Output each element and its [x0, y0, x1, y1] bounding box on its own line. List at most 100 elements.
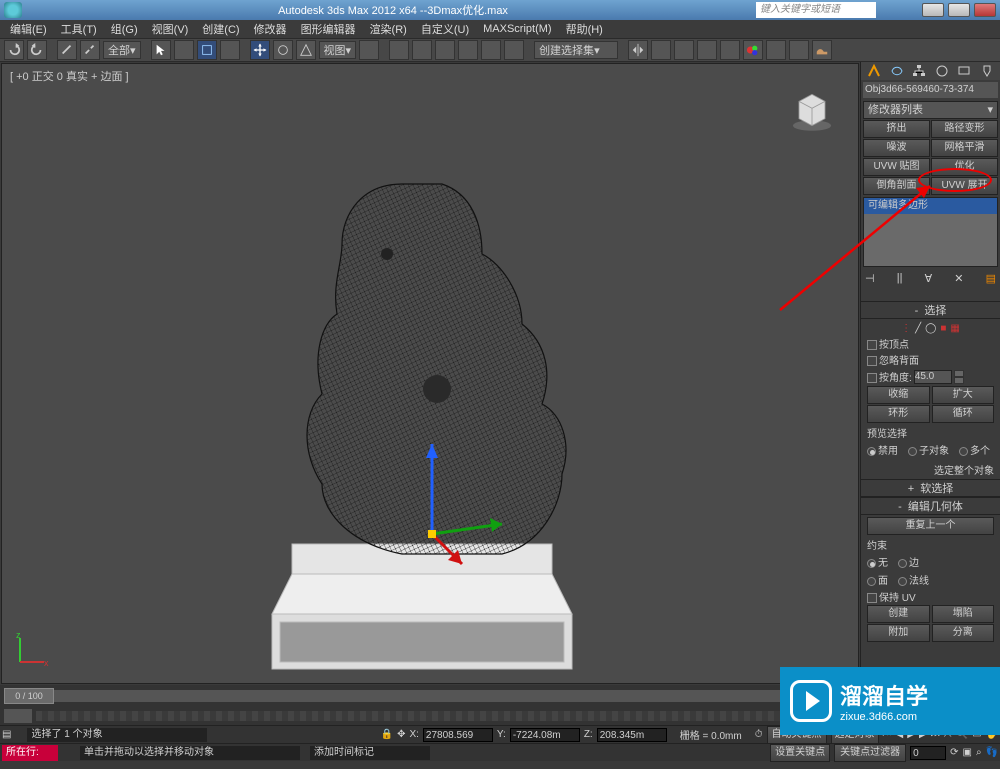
- create-button[interactable]: 创建: [867, 605, 930, 623]
- named-selection-sets[interactable]: 创建选择集 ▾: [534, 41, 618, 59]
- remove-modifier-icon[interactable]: ✕: [954, 272, 963, 285]
- menu-create[interactable]: 创建(C): [196, 21, 245, 37]
- preview-multi-radio[interactable]: 多个: [959, 442, 990, 457]
- rollout-selection-title[interactable]: - 选择: [861, 301, 1000, 319]
- snap-angle-button[interactable]: [458, 40, 478, 60]
- manipulate-button[interactable]: [389, 40, 409, 60]
- material-editor-button[interactable]: [743, 40, 763, 60]
- create-tab-icon[interactable]: [867, 64, 881, 78]
- subobj-polygon-icon[interactable]: ■: [940, 323, 946, 334]
- object-name-field[interactable]: Obj3d66-569460-73-374: [863, 82, 998, 98]
- render-setup-button[interactable]: [766, 40, 786, 60]
- motion-tab-icon[interactable]: [935, 64, 949, 78]
- menu-customize[interactable]: 自定义(U): [415, 21, 475, 37]
- loop-button[interactable]: 循环: [932, 405, 995, 423]
- constraint-normal-radio[interactable]: 法线: [898, 572, 929, 587]
- snap-percent-button[interactable]: [481, 40, 501, 60]
- viewcube[interactable]: [786, 84, 838, 136]
- collapse-button[interactable]: 塌陷: [932, 605, 995, 623]
- viewport-label[interactable]: [ +0 正交 0 真实 + 边面 ]: [10, 68, 129, 84]
- menu-modifiers[interactable]: 修改器: [248, 21, 293, 37]
- help-search-input[interactable]: 键入关键字或短语: [756, 2, 876, 18]
- select-object-button[interactable]: [151, 40, 171, 60]
- unlink-button[interactable]: [80, 40, 100, 60]
- mod-uvw-map[interactable]: UVW 贴图: [863, 158, 930, 176]
- curve-editor-button[interactable]: [697, 40, 717, 60]
- menu-views[interactable]: 视图(V): [146, 21, 195, 37]
- mod-optimize[interactable]: 优化: [931, 158, 998, 176]
- setkey-button[interactable]: 设置关键点: [770, 744, 830, 762]
- grow-button[interactable]: 扩大: [932, 386, 995, 404]
- ref-coord-system[interactable]: 视图 ▾: [319, 41, 357, 59]
- selection-filter[interactable]: 全部 ▾: [103, 41, 141, 59]
- preview-subobj-radio[interactable]: 子对象: [908, 442, 949, 457]
- mirror-button[interactable]: [628, 40, 648, 60]
- preview-off-radio[interactable]: 禁用: [867, 442, 898, 457]
- maxscript-mini-icon[interactable]: ▤: [2, 729, 11, 740]
- coord-mode-icon[interactable]: ✥: [397, 729, 405, 740]
- scene-object-lion[interactable]: [202, 124, 642, 684]
- viewport[interactable]: [ +0 正交 0 真实 + 边面 ] zx: [1, 63, 859, 684]
- show-end-result-icon[interactable]: ||: [897, 272, 903, 284]
- layers-button[interactable]: [674, 40, 694, 60]
- trackbar-toggle-icon[interactable]: [4, 709, 32, 723]
- by-angle-checkbox[interactable]: 按角度:: [867, 369, 912, 384]
- utilities-tab-icon[interactable]: [980, 64, 994, 78]
- angle-value-input[interactable]: [914, 370, 952, 384]
- coord-z[interactable]: 208.345m: [597, 728, 667, 742]
- subobj-edge-icon[interactable]: ╱: [915, 323, 921, 334]
- zoom-region-icon[interactable]: ⌕: [976, 747, 982, 758]
- mod-mesh-smooth[interactable]: 网格平滑: [931, 139, 998, 157]
- subobj-vertex-icon[interactable]: ⋮: [901, 323, 911, 334]
- script-line-field[interactable]: 所在行:: [2, 745, 58, 761]
- subobj-border-icon[interactable]: ◯: [925, 323, 936, 334]
- detach-button[interactable]: 分离: [932, 624, 995, 642]
- select-by-name-button[interactable]: [174, 40, 194, 60]
- menu-rendering[interactable]: 渲染(R): [364, 21, 413, 37]
- render-frame-button[interactable]: [789, 40, 809, 60]
- modifier-list-dropdown[interactable]: 修改器列表▾: [863, 101, 998, 119]
- link-button[interactable]: [57, 40, 77, 60]
- rollout-softsel-title[interactable]: + 软选择: [861, 479, 1000, 497]
- select-move-button[interactable]: [250, 40, 270, 60]
- orbit-icon[interactable]: ⟳: [950, 747, 958, 758]
- menu-maxscript[interactable]: MAXScript(M): [477, 23, 557, 35]
- ignore-backfacing-checkbox[interactable]: 忽略背面: [867, 352, 994, 367]
- pin-stack-icon[interactable]: ⊣: [865, 272, 875, 285]
- stack-item-editable-poly[interactable]: 可编辑多边形: [864, 198, 997, 214]
- menu-edit[interactable]: 编辑(E): [4, 21, 53, 37]
- redo-button[interactable]: [27, 40, 47, 60]
- hierarchy-tab-icon[interactable]: [912, 64, 926, 78]
- attach-button[interactable]: 附加: [867, 624, 930, 642]
- maximize-button[interactable]: [948, 3, 970, 17]
- keyboard-shortcut-button[interactable]: [412, 40, 432, 60]
- close-button[interactable]: [974, 3, 996, 17]
- time-tag-field[interactable]: 添加时间标记: [310, 746, 430, 760]
- repeat-last-button[interactable]: 重复上一个: [867, 517, 994, 535]
- configure-sets-icon[interactable]: ▤: [986, 272, 996, 285]
- walk-icon[interactable]: 👣: [986, 747, 998, 758]
- mod-noise[interactable]: 噪波: [863, 139, 930, 157]
- menu-help[interactable]: 帮助(H): [560, 21, 609, 37]
- coord-x[interactable]: 27808.569: [423, 728, 493, 742]
- pivot-center-button[interactable]: [359, 40, 379, 60]
- window-crossing-button[interactable]: [220, 40, 240, 60]
- render-button[interactable]: [812, 40, 832, 60]
- time-slider-thumb[interactable]: 0 / 100: [4, 688, 54, 704]
- mod-bevel-profile[interactable]: 倒角剖面: [863, 177, 930, 195]
- undo-button[interactable]: [4, 40, 24, 60]
- menu-tools[interactable]: 工具(T): [55, 21, 103, 37]
- current-frame-field[interactable]: 0: [910, 746, 946, 760]
- max-toggle-icon[interactable]: ▣: [962, 747, 971, 758]
- select-rotate-button[interactable]: [273, 40, 293, 60]
- angle-spinner[interactable]: [954, 370, 964, 384]
- make-unique-icon[interactable]: ∀: [925, 272, 933, 285]
- select-scale-button[interactable]: [296, 40, 316, 60]
- rollout-editgeom-title[interactable]: - 编辑几何体: [861, 497, 1000, 515]
- snap-2d-button[interactable]: [435, 40, 455, 60]
- menu-group[interactable]: 组(G): [105, 21, 144, 37]
- keyfilter-button[interactable]: 关键点过滤器: [834, 744, 906, 762]
- modifier-stack[interactable]: 可编辑多边形: [863, 197, 998, 267]
- subobj-element-icon[interactable]: ▦: [950, 323, 959, 334]
- display-tab-icon[interactable]: [957, 64, 971, 78]
